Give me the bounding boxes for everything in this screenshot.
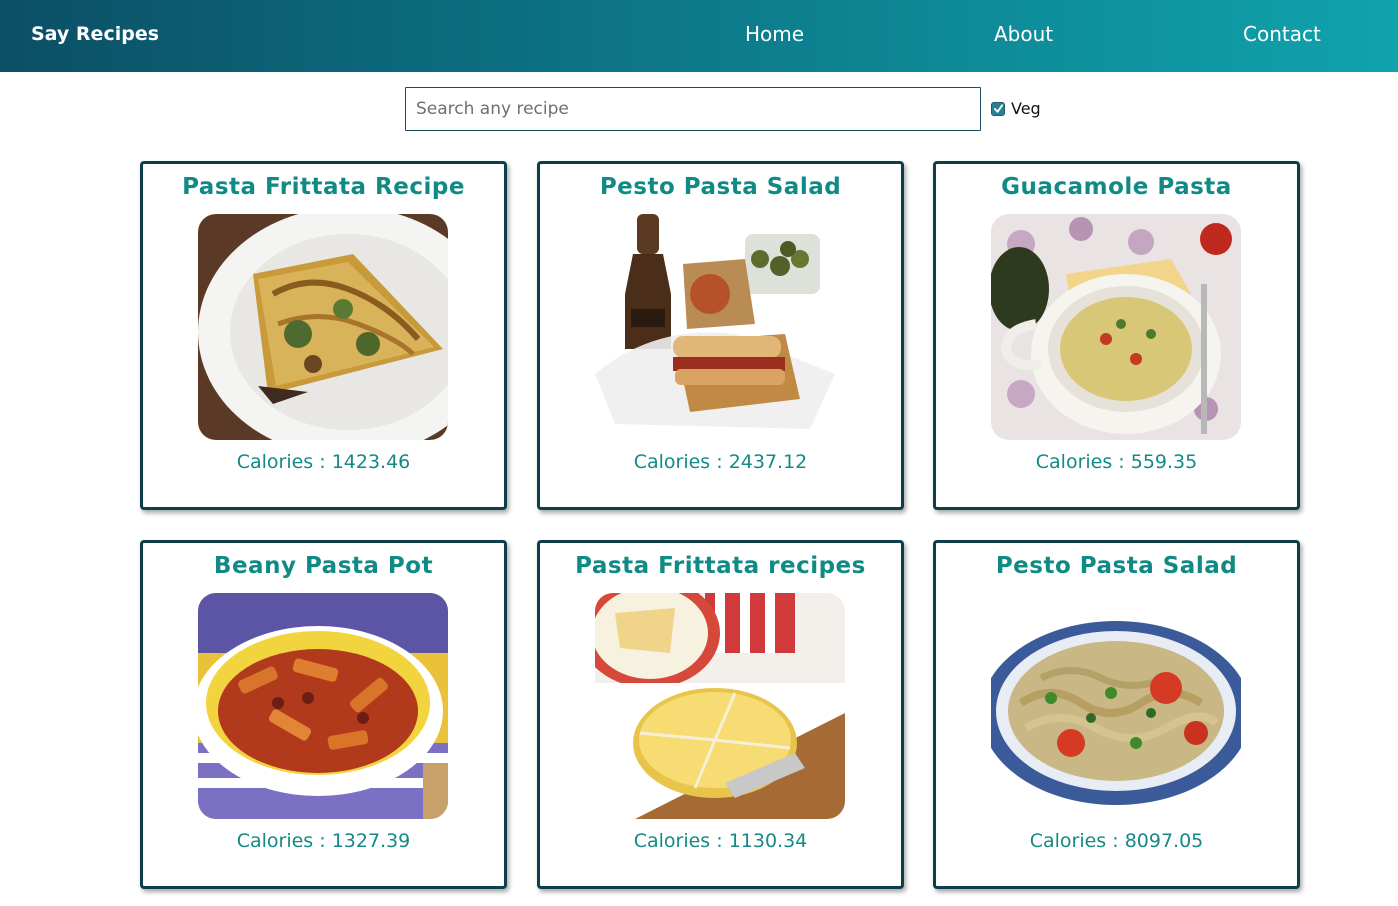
brand-logo[interactable]: Say Recipes (31, 23, 159, 45)
recipe-calories: Calories : 1130.34 (633, 830, 808, 852)
recipe-card[interactable]: Pasta Frittata Recipe Calories : 1423.46 (140, 161, 507, 510)
recipe-card[interactable]: Pasta Frittata recipes Calories : 1130.3… (537, 540, 904, 889)
recipe-image[interactable] (198, 214, 448, 440)
recipe-card[interactable]: Guacamole Pasta Calories : 559.35 (933, 161, 1300, 510)
navbar: Say Recipes Home About Contact (0, 0, 1398, 72)
recipe-calories: Calories : 1327.39 (236, 830, 411, 852)
recipe-title: Pesto Pasta Salad (599, 174, 842, 200)
nav-contact-link[interactable]: Contact (1243, 22, 1321, 46)
veg-checkbox[interactable] (991, 101, 1005, 116)
recipe-title: Pasta Frittata Recipe (182, 174, 465, 200)
recipe-calories: Calories : 2437.12 (633, 451, 808, 473)
recipe-title: Guacamole Pasta (1001, 174, 1232, 200)
recipe-card[interactable]: Pesto Pasta Salad Calories : 2437.12 (537, 161, 904, 510)
recipe-image[interactable] (595, 593, 845, 819)
recipe-calories: Calories : 559.35 (1035, 451, 1198, 473)
recipe-image[interactable] (991, 593, 1241, 819)
recipe-title: Pesto Pasta Salad (995, 553, 1238, 579)
recipe-image[interactable] (198, 593, 448, 819)
recipe-title: Pasta Frittata recipes (575, 553, 866, 579)
recipe-image[interactable] (595, 214, 845, 440)
veg-label: Veg (1011, 99, 1041, 118)
recipe-card[interactable]: Beany Pasta Pot Calories : 1327.39 (140, 540, 507, 889)
search-input[interactable] (405, 87, 981, 131)
nav-about-link[interactable]: About (994, 22, 1053, 46)
nav-home-link[interactable]: Home (745, 22, 804, 46)
veg-filter[interactable]: Veg (991, 99, 1041, 118)
checkmark-icon (993, 104, 1003, 113)
recipe-image[interactable] (991, 214, 1241, 440)
recipe-calories: Calories : 8097.05 (1029, 830, 1204, 852)
recipe-calories: Calories : 1423.46 (236, 451, 411, 473)
recipe-title: Beany Pasta Pot (213, 553, 434, 579)
recipe-card[interactable]: Pesto Pasta Salad Calories : 8097.05 (933, 540, 1300, 889)
